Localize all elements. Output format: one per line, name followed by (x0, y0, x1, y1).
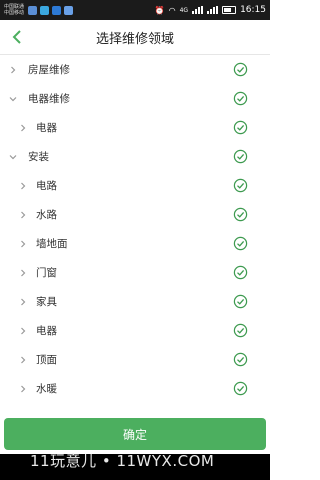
check-circle-icon[interactable] (233, 381, 248, 396)
check-circle-icon[interactable] (233, 120, 248, 135)
check-circle-icon[interactable] (233, 265, 248, 280)
app-notification-icon (28, 5, 38, 15)
list-item-label: 房屋维修 (28, 64, 70, 76)
battery-icon (222, 6, 237, 14)
list-item[interactable]: 顶面 (0, 345, 270, 374)
list-item-label: 电器维修 (28, 93, 70, 105)
chevron-right-icon[interactable] (18, 123, 28, 133)
list-item-label: 水暖 (36, 383, 57, 395)
list-item-label: 电器 (36, 122, 57, 134)
chevron-right-icon[interactable] (18, 297, 28, 307)
chevron-right-icon[interactable] (18, 181, 28, 191)
check-circle-icon[interactable] (233, 62, 248, 77)
signal-icon (207, 6, 219, 14)
check-circle-icon[interactable] (233, 236, 248, 251)
clock: 16:15 (240, 5, 266, 15)
list-item-label: 门窗 (36, 267, 57, 279)
list-item[interactable]: 电器 (0, 316, 270, 345)
signal-icon (192, 6, 204, 14)
chevron-right-icon[interactable] (18, 210, 28, 220)
list-item-label: 家具 (36, 296, 57, 308)
chevron-right-icon[interactable] (18, 326, 28, 336)
list-item-label: 安装 (28, 151, 49, 163)
confirm-button[interactable]: 确定 (4, 418, 266, 450)
chevron-right-icon[interactable] (18, 384, 28, 394)
watermark: 11玩意儿 • 11WYX.COM (30, 452, 215, 470)
app-notification-icon (52, 5, 62, 15)
list-item[interactable]: 电器 (0, 113, 270, 142)
carrier-line2: 中国移动 (4, 10, 25, 16)
chevron-right-icon[interactable] (18, 268, 28, 278)
status-right: ⏰ ◠ 4G 16:15 (155, 5, 266, 15)
carrier-info: 中国联通 中国移动 (4, 4, 24, 16)
list-item-label: 顶面 (36, 354, 57, 366)
list-item[interactable]: 房屋维修 (0, 55, 270, 84)
list-item[interactable]: 家具 (0, 287, 270, 316)
status-bar: 中国联通 中国移动 ⏰ ◠ 4G 16:15 (0, 0, 270, 20)
domain-list: 房屋维修 电器维修 电器 安装 电路 水路 墙地面 门窗 家具 电器 顶面 水暖 (0, 55, 270, 403)
list-item[interactable]: 墙地面 (0, 229, 270, 258)
check-circle-icon[interactable] (233, 352, 248, 367)
page-title: 选择维修领域 (95, 31, 174, 47)
list-item[interactable]: 水路 (0, 200, 270, 229)
check-circle-icon[interactable] (233, 91, 248, 106)
app-notification-icon (64, 5, 74, 15)
alarm-icon: ⏰ (154, 5, 165, 15)
check-circle-icon[interactable] (233, 323, 248, 338)
app-notification-icon (40, 5, 50, 15)
check-circle-icon[interactable] (233, 178, 248, 193)
list-item-label: 墙地面 (36, 238, 68, 250)
chevron-right-icon[interactable] (18, 355, 28, 365)
list-item[interactable]: 门窗 (0, 258, 270, 287)
list-item[interactable]: 电路 (0, 171, 270, 200)
list-item-label: 电器 (36, 325, 57, 337)
wifi-icon: ◠ (168, 5, 176, 15)
list-item[interactable]: 安装 (0, 142, 270, 171)
notification-icons (28, 5, 74, 15)
list-item[interactable]: 水暖 (0, 374, 270, 403)
network-type: 4G (179, 6, 189, 14)
list-item-label: 电路 (36, 180, 57, 192)
check-circle-icon[interactable] (233, 207, 248, 222)
chevron-right-icon[interactable] (18, 239, 28, 249)
list-item-label: 水路 (36, 209, 57, 221)
check-circle-icon[interactable] (233, 294, 248, 309)
chevron-down-icon[interactable] (8, 152, 18, 162)
check-circle-icon[interactable] (233, 149, 248, 164)
back-arrow-icon (12, 30, 21, 44)
chevron-down-icon[interactable] (8, 94, 18, 104)
back-button[interactable] (8, 28, 26, 46)
list-item[interactable]: 电器维修 (0, 84, 270, 113)
header: 选择维修领域 (0, 20, 270, 55)
chevron-right-icon[interactable] (8, 65, 18, 75)
